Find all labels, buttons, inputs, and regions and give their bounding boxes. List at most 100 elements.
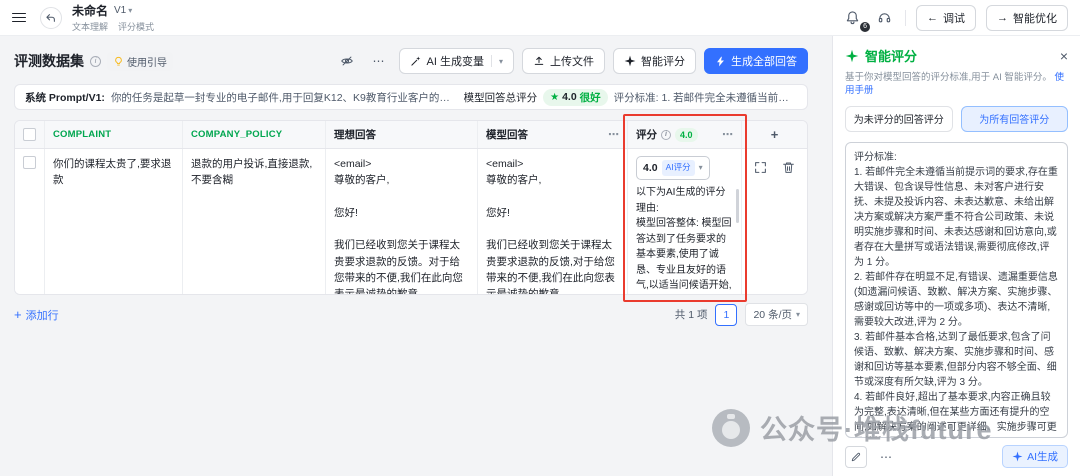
row-checkbox[interactable] xyxy=(23,156,36,169)
score-header-badge: 4.0 xyxy=(675,128,698,142)
notification-badge: 6 xyxy=(860,22,870,32)
topbar: 未命名 V1 ▾ 文本理解 评分模式 6 xyxy=(0,0,1080,36)
overall-score-level: 很好 xyxy=(580,90,601,105)
divider xyxy=(491,55,492,67)
tab-score-all[interactable]: 为所有回答评分 xyxy=(961,106,1069,132)
generate-all-button[interactable]: 生成全部回答 xyxy=(704,48,808,74)
column-menu-icon[interactable]: ⋯ xyxy=(608,128,619,141)
add-row-button[interactable]: + 添加行 xyxy=(14,307,59,323)
pagination: 共 1 项 1 20 条/页 ▾ xyxy=(675,303,808,326)
table-footer: + 添加行 共 1 项 1 20 条/页 ▾ xyxy=(14,303,808,326)
sparkle-icon xyxy=(845,49,859,63)
dataset-table: COMPLAINT COMPANY_POLICY 理想回答 模型回答 ⋯ 评分 … xyxy=(14,120,808,295)
table-row: 你们的课程太贵了,要求退款 退款的用户投诉,直接退款,不要含糊 <email> … xyxy=(15,149,807,294)
company-policy-cell[interactable]: 退款的用户投诉,直接退款,不要含糊 xyxy=(183,149,326,294)
table-header-row: COMPLAINT COMPANY_POLICY 理想回答 模型回答 ⋯ 评分 … xyxy=(15,121,807,149)
upload-file-button[interactable]: 上传文件 xyxy=(522,48,605,74)
support-icon[interactable] xyxy=(873,7,895,29)
add-column-button[interactable]: + xyxy=(742,121,807,148)
smart-score-button[interactable]: 智能评分 xyxy=(613,48,696,74)
ai-generate-vars-button[interactable]: AI 生成变量 ▾ xyxy=(399,48,514,74)
tab-score-unscored[interactable]: 为未评分的回答评分 xyxy=(845,106,953,132)
overall-score-value: 4.0 xyxy=(562,91,577,103)
notification-icon[interactable]: 6 xyxy=(841,7,863,29)
page-size-select[interactable]: 20 条/页 ▾ xyxy=(745,303,808,326)
dataset-header: 评测数据集 i 使用引导 ⋯ AI 生成变量 ▾ xyxy=(14,46,808,76)
panel-description: 基于你对模型回答的评分标准,用于 AI 智能评分。 使用手册 xyxy=(845,71,1068,98)
star-icon: ★ xyxy=(550,92,559,103)
edit-icon[interactable] xyxy=(845,446,867,468)
ai-score-tag: AI评分 xyxy=(662,160,695,175)
column-header-complaint[interactable]: COMPLAINT xyxy=(45,121,183,148)
ideal-answer-cell[interactable]: <email> 尊敬的客户, 您好! 我们已经收到您关于课程太贵要求退款的反馈。… xyxy=(326,149,478,294)
optimize-button[interactable]: → 智能优化 xyxy=(986,5,1068,31)
upload-icon xyxy=(533,55,545,67)
bell-icon xyxy=(845,10,860,25)
scrollbar[interactable] xyxy=(736,189,739,223)
chevron-down-icon: ▾ xyxy=(499,57,503,66)
expand-row-icon[interactable] xyxy=(753,159,769,175)
row-actions xyxy=(742,149,807,294)
headset-icon xyxy=(877,10,892,25)
info-icon[interactable]: i xyxy=(90,56,101,67)
right-arrow-icon: → xyxy=(997,12,1008,24)
column-header-ideal-answer[interactable]: 理想回答 xyxy=(326,121,478,148)
score-select[interactable]: 4.0 AI评分 ▾ xyxy=(636,156,710,180)
hide-columns-icon[interactable] xyxy=(335,49,359,73)
sparkle-icon xyxy=(624,55,636,67)
system-prompt-bar[interactable]: 系统 Prompt/V1: 你的任务是起草一封专业的电子邮件,用于回复K12、K… xyxy=(14,84,808,110)
panel-footer: ⋯ AI生成 xyxy=(845,438,1068,470)
criteria-textarea[interactable]: 评分标准: 1. 若邮件完全未遵循当前提示词的要求,存在重大错误、包含误导性信息… xyxy=(845,142,1068,438)
criteria-preview: 评分标准: 1. 若邮件完全未遵循当前提示词的要求,存在重大错... xyxy=(614,90,797,105)
menu-icon[interactable] xyxy=(12,10,30,25)
chevron-down-icon: ▾ xyxy=(699,162,703,174)
mode-tag-score-mode[interactable]: 评分模式 xyxy=(118,20,154,33)
chevron-down-icon: ▾ xyxy=(796,310,800,319)
version-label: V1 xyxy=(114,5,126,16)
delete-row-icon[interactable] xyxy=(781,159,797,175)
score-reason[interactable]: 以下为AI生成的评分理由: 模型回答整体: 模型回答达到了任务要求的基本要素,使… xyxy=(636,185,733,294)
sparkle-icon xyxy=(1012,451,1023,462)
mode-tag-text-understanding[interactable]: 文本理解 xyxy=(72,20,108,33)
prompt-preview: 你的任务是起草一封专业的电子邮件,用于回复K12、K9教育行业客户的投诉并... xyxy=(111,90,458,105)
select-all-checkbox[interactable] xyxy=(23,128,36,141)
page-title: 评测数据集 xyxy=(14,51,84,71)
dataset-section: 评测数据集 i 使用引导 ⋯ AI 生成变量 ▾ xyxy=(0,36,832,476)
document-title-block: 未命名 V1 ▾ 文本理解 评分模式 xyxy=(72,2,154,33)
close-icon[interactable]: × xyxy=(1060,49,1068,63)
ai-generate-button[interactable]: AI生成 xyxy=(1002,445,1068,468)
column-header-score[interactable]: 评分 i 4.0 ⋯ xyxy=(628,121,742,148)
column-header-company-policy[interactable]: COMPANY_POLICY xyxy=(183,121,326,148)
complaint-cell[interactable]: 你们的课程太贵了,要求退款 xyxy=(45,149,183,294)
guide-bulb-icon xyxy=(113,56,124,67)
score-scope-tabs: 为未评分的回答评分 为所有回答评分 xyxy=(845,106,1068,132)
left-arrow-icon: ← xyxy=(927,12,938,24)
app-root: 未命名 V1 ▾ 文本理解 评分模式 6 xyxy=(0,0,1080,476)
overall-score-label: 模型回答总评分 xyxy=(464,90,538,105)
page-button-1[interactable]: 1 xyxy=(715,304,737,326)
panel-header: 智能评分 × xyxy=(845,46,1068,65)
panel-title: 智能评分 xyxy=(865,46,917,65)
more-options-icon[interactable]: ⋯ xyxy=(367,49,391,73)
version-selector[interactable]: V1 ▾ xyxy=(114,5,132,16)
more-options-icon[interactable]: ⋯ xyxy=(875,446,897,468)
dataset-toolbar: ⋯ AI 生成变量 ▾ 上传文件 智能评分 xyxy=(335,48,808,74)
score-value: 4.0 xyxy=(643,160,658,176)
lightning-icon xyxy=(715,56,726,67)
guide-chip[interactable]: 使用引导 xyxy=(107,52,173,71)
content-area: 评测数据集 i 使用引导 ⋯ AI 生成变量 ▾ xyxy=(0,36,1080,476)
column-menu-icon[interactable]: ⋯ xyxy=(722,128,733,141)
smart-score-panel: 智能评分 × 基于你对模型回答的评分标准,用于 AI 智能评分。 使用手册 为未… xyxy=(832,36,1080,476)
doc-title: 未命名 xyxy=(72,2,108,19)
model-answer-cell[interactable]: <email> 尊敬的客户, 您好! 我们已经收到您关于课程太贵要求退款的反馈,… xyxy=(478,149,628,294)
magic-wand-icon xyxy=(410,55,422,67)
column-header-model-answer[interactable]: 模型回答 ⋯ xyxy=(478,121,628,148)
prompt-label: 系统 Prompt/V1: xyxy=(25,90,105,105)
score-cell: 4.0 AI评分 ▾ 以下为AI生成的评分理由: 模型回答整体: 模型回答达到了… xyxy=(628,149,742,294)
debug-button[interactable]: ← 调试 xyxy=(916,5,976,31)
plus-icon: + xyxy=(14,308,22,321)
divider xyxy=(905,10,906,26)
overall-score-badge: ★ 4.0 很好 xyxy=(543,89,608,106)
back-button[interactable] xyxy=(40,7,62,29)
info-icon[interactable]: i xyxy=(661,130,671,140)
